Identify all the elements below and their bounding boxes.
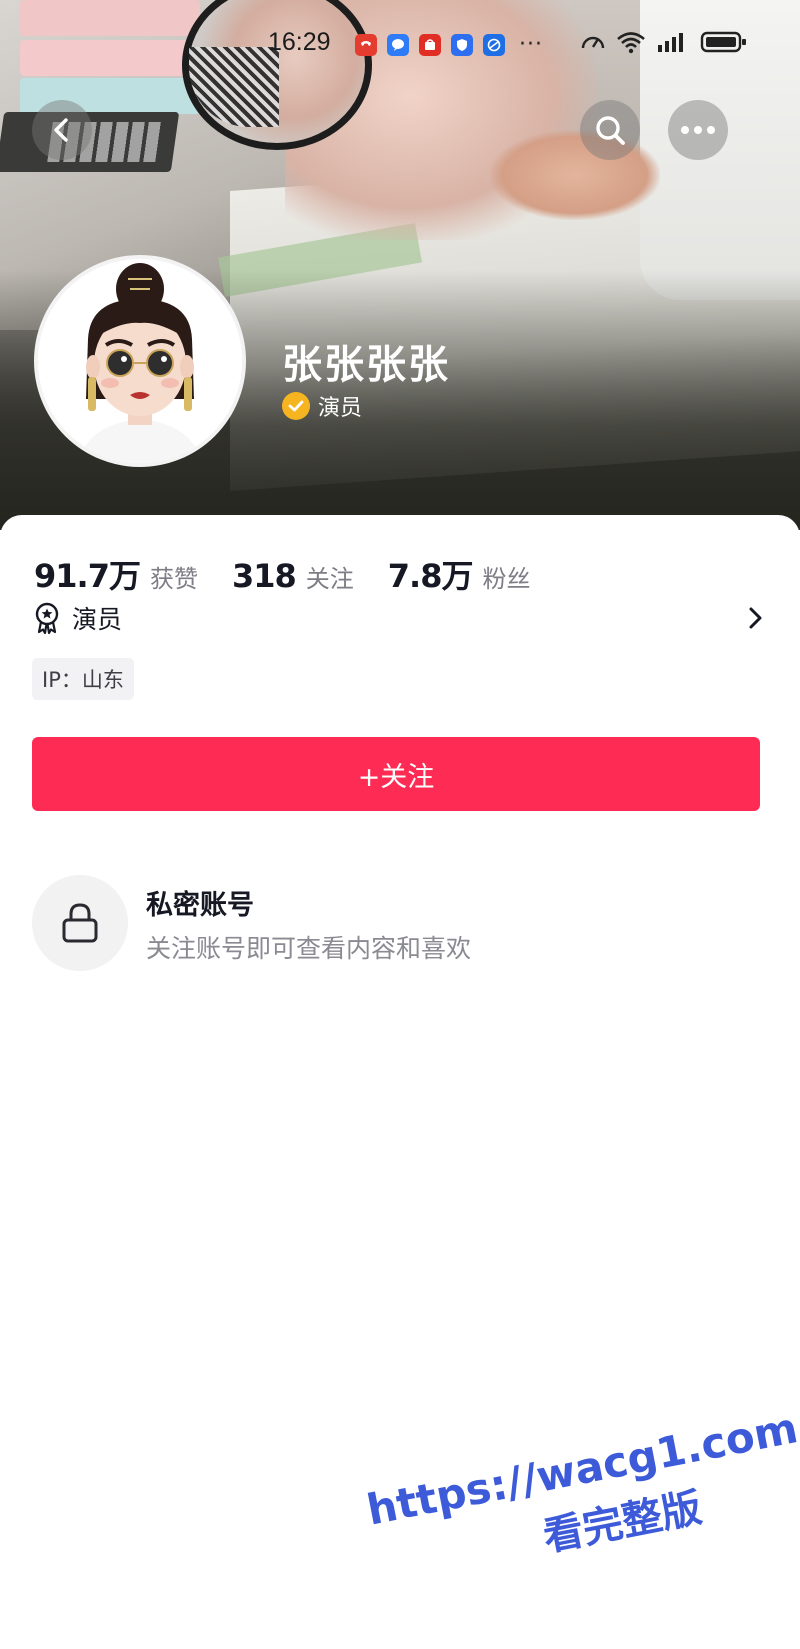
browser-icon xyxy=(483,34,505,56)
lock-icon xyxy=(62,903,98,943)
ip-location-tag: IP：山东 xyxy=(32,658,134,700)
shield-icon xyxy=(451,34,473,56)
follow-button[interactable]: +关注 xyxy=(32,737,760,811)
battery-icon xyxy=(700,30,748,54)
verified-label: 演员 xyxy=(318,396,363,421)
private-account-notice: 私密账号 关注账号即可查看内容和喜欢 xyxy=(32,875,764,975)
call-icon xyxy=(355,34,377,56)
data-speed-icon xyxy=(580,30,606,54)
chevron-left-icon xyxy=(54,118,68,142)
search-button[interactable] xyxy=(580,100,640,160)
profile-nickname: 张张张张 xyxy=(282,342,450,388)
stat-label: 关注 xyxy=(305,565,354,593)
chevron-right-icon xyxy=(749,607,762,629)
avatar[interactable] xyxy=(34,255,246,467)
notification-icons: ··· xyxy=(355,34,543,56)
private-account-description: 关注账号即可查看内容和喜欢 xyxy=(146,934,472,963)
more-dots-icon xyxy=(681,126,715,134)
status-bar: 16:29 ··· xyxy=(0,26,800,66)
stat-value: 7.8万 xyxy=(387,557,474,595)
award-badge-icon xyxy=(35,602,59,634)
stat-following[interactable]: 318 关注 xyxy=(232,557,354,595)
status-time: 16:29 xyxy=(268,28,331,56)
system-status-icons xyxy=(580,30,748,54)
shopping-icon xyxy=(419,34,441,56)
stat-label: 获赞 xyxy=(149,565,198,593)
verification-badge: 演员 xyxy=(282,390,362,422)
stat-label: 粉丝 xyxy=(482,565,531,593)
wifi-icon xyxy=(616,30,646,54)
more-button[interactable] xyxy=(668,100,728,160)
role-row[interactable]: 演员 xyxy=(34,597,766,639)
stat-value: 318 xyxy=(231,557,297,595)
back-button[interactable] xyxy=(32,100,92,160)
stat-value: 91.7万 xyxy=(34,557,141,595)
message-icon xyxy=(387,34,409,56)
role-label: 演员 xyxy=(72,605,123,634)
search-icon xyxy=(596,116,625,145)
profile-stats: 91.7万 获赞 318 关注 7.8万 粉丝 xyxy=(34,551,564,597)
lock-icon-container xyxy=(32,875,128,971)
more-notifications-icon: ··· xyxy=(519,32,543,57)
signal-icon xyxy=(656,30,690,54)
stat-followers[interactable]: 7.8万 粉丝 xyxy=(388,551,531,597)
stat-likes[interactable]: 91.7万 获赞 xyxy=(34,551,198,597)
avatar-illustration xyxy=(38,259,242,463)
private-account-title: 私密账号 xyxy=(146,890,254,921)
verified-check-icon xyxy=(282,392,310,420)
